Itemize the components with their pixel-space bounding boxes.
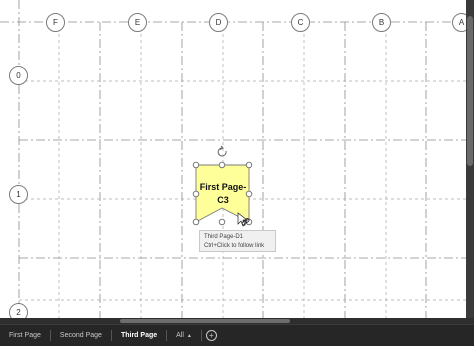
shape-text-line: C3 [217, 195, 229, 205]
column-label-d: D [209, 13, 228, 32]
tab-second-page[interactable]: Second Page [51, 325, 111, 346]
row-label-0: 0 [9, 66, 28, 85]
tab-first-page[interactable]: First Page [0, 325, 50, 346]
resize-handle [192, 161, 200, 169]
page-tab-bar: First Page Second Page Third Page All ▲ … [0, 324, 474, 346]
row-label-1: 1 [9, 185, 28, 204]
all-pages-label: All [176, 332, 184, 339]
resize-handle [218, 161, 226, 169]
vertical-scrollbar-thumb[interactable] [467, 16, 473, 166]
resize-handle [192, 218, 200, 226]
tab-third-page[interactable]: Third Page [112, 325, 166, 346]
tab-divider [200, 330, 202, 341]
column-label-f: F [46, 13, 65, 32]
rotate-icon[interactable] [217, 145, 227, 157]
caret-up-icon: ▲ [186, 332, 192, 339]
column-label-b: B [372, 13, 391, 32]
row-label-2: 2 [9, 303, 28, 318]
column-label-e: E [128, 13, 147, 32]
page-grid [0, 0, 466, 318]
vertical-scrollbar[interactable] [466, 0, 474, 318]
resize-handle [245, 161, 253, 169]
all-pages-dropdown[interactable]: All ▲ [167, 325, 201, 346]
column-label-c: C [291, 13, 310, 32]
plus-circle-icon[interactable]: + [205, 330, 217, 341]
shape-text[interactable]: First Page- C3 [195, 181, 251, 207]
tooltip-hint: Ctrl+Click to follow link [204, 242, 265, 249]
tooltip-link-target: Third Page-D1 [204, 234, 244, 240]
drawing-canvas[interactable]: F E D C B A 0 1 2 First Page- C3 Third P… [0, 0, 466, 318]
shape-text-line: First Page- [199, 182, 247, 192]
horizontal-scrollbar-thumb[interactable] [120, 319, 290, 323]
column-label-a: A [452, 13, 466, 32]
hyperlink-tooltip: Third Page-D1 Ctrl+Click to follow link [199, 230, 276, 252]
resize-handle [218, 218, 226, 226]
